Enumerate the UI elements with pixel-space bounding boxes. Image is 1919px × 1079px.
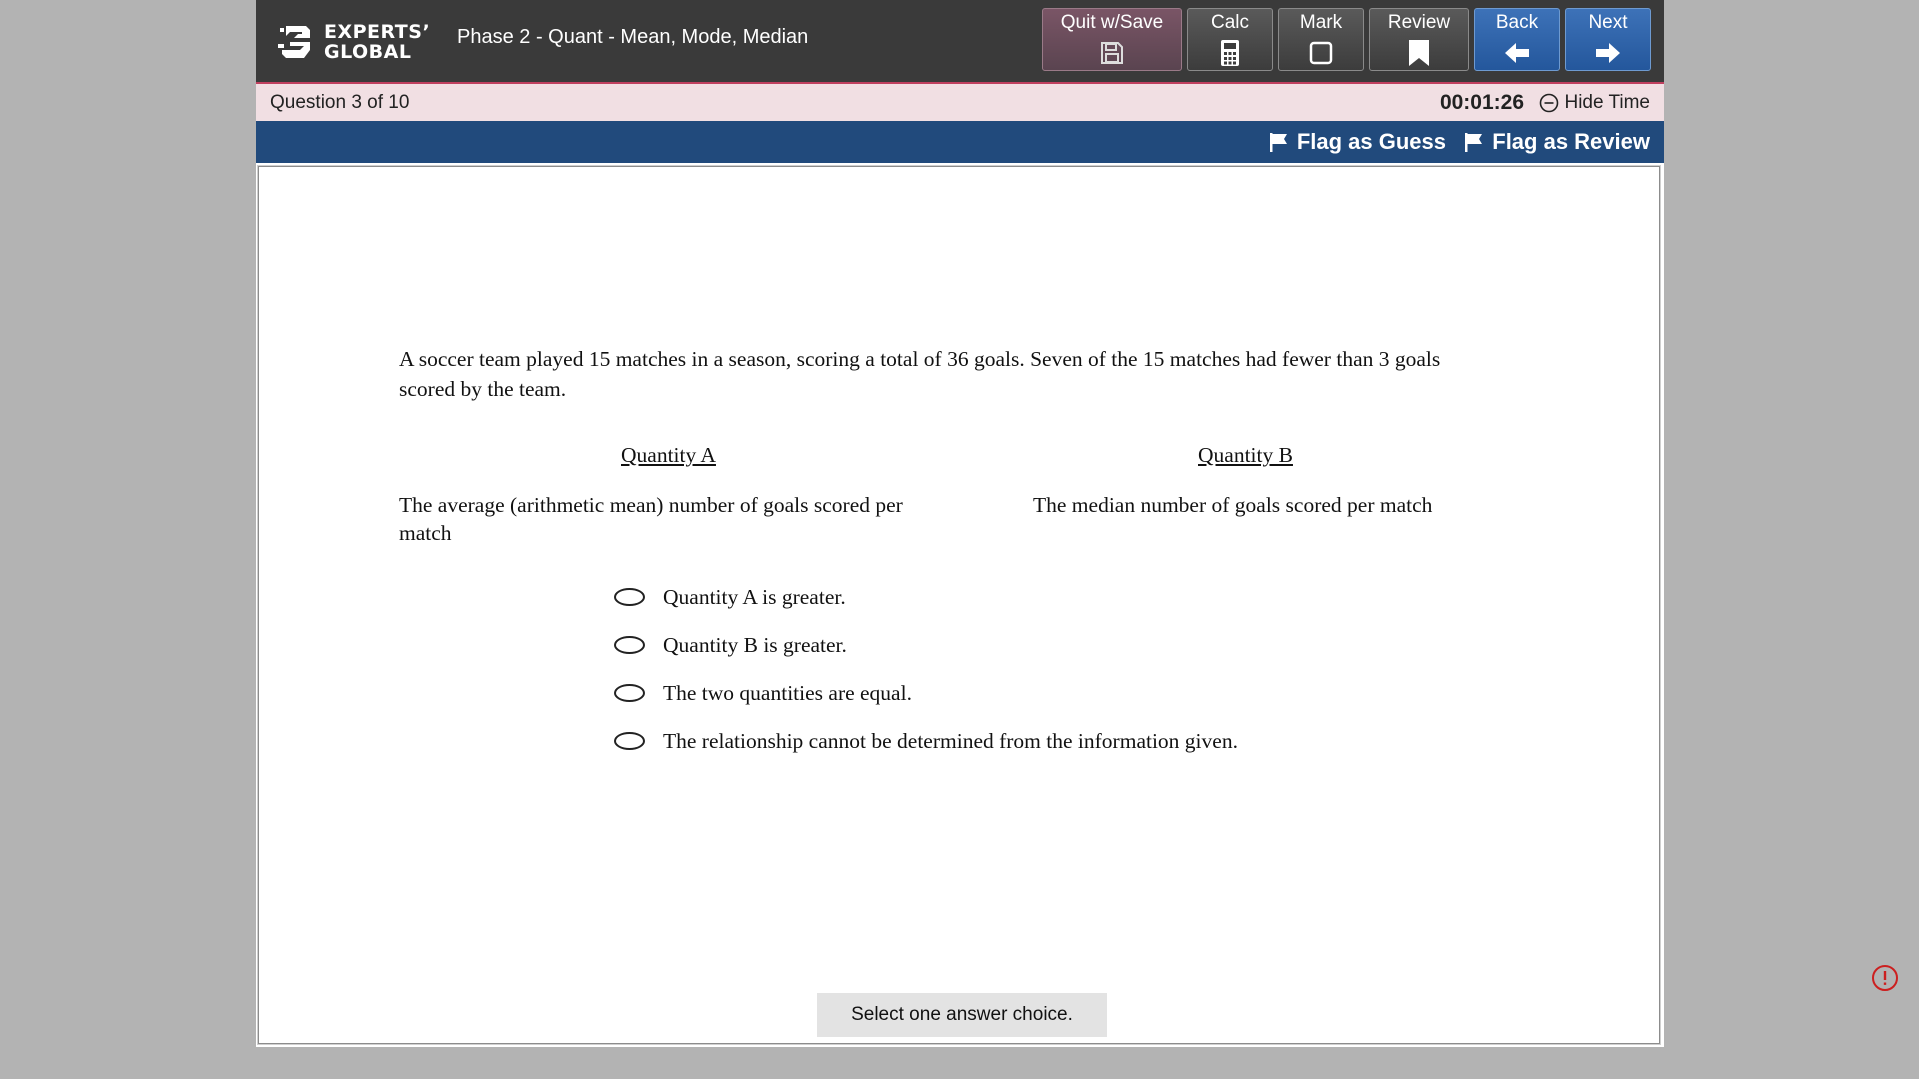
bookmark-icon	[1408, 38, 1430, 68]
flag-as-guess-label: Flag as Guess	[1296, 129, 1446, 154]
exam-window: EXPERTS’ GLOBAL Phase 2 - Quant - Mean, …	[256, 0, 1664, 1047]
flag-bar: Flag as Guess Flag as Review	[256, 121, 1664, 163]
flag-as-review-label: Flag as Review	[1492, 129, 1650, 154]
logo-line2: GLOBAL	[324, 41, 412, 63]
radio-button[interactable]	[614, 636, 645, 654]
flag-icon	[1465, 133, 1483, 152]
radio-button[interactable]	[614, 732, 645, 750]
hide-time-button[interactable]: Hide Time	[1539, 92, 1650, 114]
flag-icon	[1269, 133, 1287, 152]
radio-button[interactable]	[614, 588, 645, 606]
logo-line1: EXPERTS’	[324, 21, 431, 43]
mark-button[interactable]: Mark	[1278, 8, 1364, 71]
next-label: Next	[1588, 12, 1628, 33]
flag-as-guess-button[interactable]: Flag as Guess	[1269, 129, 1446, 155]
hide-time-label: Hide Time	[1564, 92, 1650, 113]
back-label: Back	[1495, 12, 1539, 33]
back-button[interactable]: Back	[1474, 8, 1560, 71]
review-button[interactable]: Review	[1369, 8, 1469, 71]
question-panel: A soccer team played 15 matches in a sea…	[257, 165, 1661, 1045]
quit-save-button[interactable]: Quit w/Save	[1042, 8, 1182, 71]
calc-label: Calc	[1210, 12, 1249, 33]
mark-label: Mark	[1299, 12, 1343, 33]
logo: EXPERTS’ GLOBAL	[276, 18, 430, 66]
arrow-left-icon	[1503, 38, 1531, 68]
answer-choice-b[interactable]: Quantity B is greater.	[614, 628, 847, 662]
review-label: Review	[1387, 12, 1451, 33]
arrow-right-icon	[1594, 38, 1622, 68]
alert-icon[interactable]	[1871, 964, 1899, 992]
next-button[interactable]: Next	[1565, 8, 1651, 71]
question-counter: Question 3 of 10	[270, 92, 410, 113]
instruction-text: Select one answer choice.	[817, 993, 1107, 1037]
radio-button[interactable]	[614, 684, 645, 702]
quantity-b-text: The median number of goals scored per ma…	[1033, 493, 1433, 517]
calc-button[interactable]: Calc	[1187, 8, 1273, 71]
logo-icon	[278, 26, 310, 58]
answer-choice-a[interactable]: Quantity A is greater.	[614, 580, 846, 614]
answer-choice-c[interactable]: The two quantities are equal.	[614, 676, 912, 710]
calculator-icon	[1220, 38, 1240, 68]
exam-title: Phase 2 - Quant - Mean, Mode, Median	[457, 26, 809, 48]
question-status-bar: Question 3 of 10 00:01:26 Hide Time	[256, 84, 1664, 121]
question-stem: A soccer team played 15 matches in a sea…	[399, 347, 1441, 401]
choice-label: The relationship cannot be determined fr…	[663, 728, 1238, 753]
quantity-a-text: The average (arithmetic mean) number of …	[399, 493, 903, 545]
timer: 00:01:26	[1439, 91, 1524, 114]
flag-as-review-button[interactable]: Flag as Review	[1464, 129, 1650, 155]
save-icon	[1100, 38, 1124, 68]
answer-choice-d[interactable]: The relationship cannot be determined fr…	[614, 724, 1238, 758]
checkbox-icon	[1309, 38, 1333, 68]
choice-label: Quantity B is greater.	[663, 632, 847, 657]
choice-label: The two quantities are equal.	[663, 680, 912, 705]
top-toolbar: EXPERTS’ GLOBAL Phase 2 - Quant - Mean, …	[256, 0, 1664, 84]
quit-save-label: Quit w/Save	[1060, 12, 1164, 33]
quantity-b-heading: Quantity B	[1198, 443, 1293, 467]
minus-circle-icon	[1540, 93, 1559, 113]
quantity-a-heading: Quantity A	[621, 443, 716, 467]
choice-label: Quantity A is greater.	[663, 584, 846, 609]
